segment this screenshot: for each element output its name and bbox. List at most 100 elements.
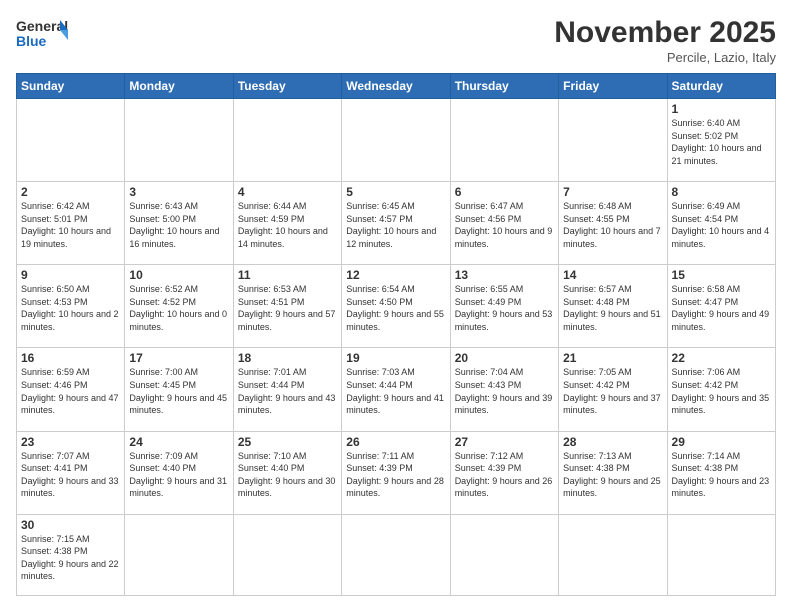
calendar-cell: 10Sunrise: 6:52 AM Sunset: 4:52 PM Dayli…	[125, 265, 233, 348]
calendar-cell: 23Sunrise: 7:07 AM Sunset: 4:41 PM Dayli…	[17, 431, 125, 514]
day-info: Sunrise: 6:40 AM Sunset: 5:02 PM Dayligh…	[672, 117, 771, 167]
page: GeneralBlue November 2025 Percile, Lazio…	[0, 0, 792, 612]
day-number: 6	[455, 185, 554, 199]
day-number: 19	[346, 351, 445, 365]
calendar-cell: 9Sunrise: 6:50 AM Sunset: 4:53 PM Daylig…	[17, 265, 125, 348]
calendar-cell: 20Sunrise: 7:04 AM Sunset: 4:43 PM Dayli…	[450, 348, 558, 431]
calendar-cell	[125, 514, 233, 595]
day-number: 25	[238, 435, 337, 449]
calendar-cell	[559, 514, 667, 595]
day-info: Sunrise: 7:14 AM Sunset: 4:38 PM Dayligh…	[672, 450, 771, 500]
calendar: SundayMondayTuesdayWednesdayThursdayFrid…	[16, 73, 776, 596]
day-number: 10	[129, 268, 228, 282]
calendar-cell: 27Sunrise: 7:12 AM Sunset: 4:39 PM Dayli…	[450, 431, 558, 514]
calendar-cell	[233, 514, 341, 595]
day-number: 13	[455, 268, 554, 282]
logo-svg: GeneralBlue	[16, 16, 68, 52]
day-number: 16	[21, 351, 120, 365]
day-number: 5	[346, 185, 445, 199]
day-info: Sunrise: 7:05 AM Sunset: 4:42 PM Dayligh…	[563, 366, 662, 416]
day-number: 8	[672, 185, 771, 199]
day-number: 14	[563, 268, 662, 282]
calendar-cell: 30Sunrise: 7:15 AM Sunset: 4:38 PM Dayli…	[17, 514, 125, 595]
calendar-cell: 11Sunrise: 6:53 AM Sunset: 4:51 PM Dayli…	[233, 265, 341, 348]
calendar-cell: 18Sunrise: 7:01 AM Sunset: 4:44 PM Dayli…	[233, 348, 341, 431]
day-number: 12	[346, 268, 445, 282]
calendar-cell	[450, 99, 558, 182]
day-number: 7	[563, 185, 662, 199]
day-number: 27	[455, 435, 554, 449]
day-info: Sunrise: 7:00 AM Sunset: 4:45 PM Dayligh…	[129, 366, 228, 416]
day-info: Sunrise: 6:44 AM Sunset: 4:59 PM Dayligh…	[238, 200, 337, 250]
day-info: Sunrise: 6:54 AM Sunset: 4:50 PM Dayligh…	[346, 283, 445, 333]
calendar-cell: 14Sunrise: 6:57 AM Sunset: 4:48 PM Dayli…	[559, 265, 667, 348]
day-info: Sunrise: 6:43 AM Sunset: 5:00 PM Dayligh…	[129, 200, 228, 250]
day-number: 17	[129, 351, 228, 365]
calendar-cell: 21Sunrise: 7:05 AM Sunset: 4:42 PM Dayli…	[559, 348, 667, 431]
day-info: Sunrise: 6:42 AM Sunset: 5:01 PM Dayligh…	[21, 200, 120, 250]
day-number: 18	[238, 351, 337, 365]
calendar-cell: 13Sunrise: 6:55 AM Sunset: 4:49 PM Dayli…	[450, 265, 558, 348]
calendar-cell: 26Sunrise: 7:11 AM Sunset: 4:39 PM Dayli…	[342, 431, 450, 514]
day-number: 1	[672, 102, 771, 116]
calendar-cell: 6Sunrise: 6:47 AM Sunset: 4:56 PM Daylig…	[450, 182, 558, 265]
day-info: Sunrise: 6:59 AM Sunset: 4:46 PM Dayligh…	[21, 366, 120, 416]
weekday-header-wednesday: Wednesday	[342, 74, 450, 99]
weekday-header-friday: Friday	[559, 74, 667, 99]
day-info: Sunrise: 6:50 AM Sunset: 4:53 PM Dayligh…	[21, 283, 120, 333]
day-info: Sunrise: 6:49 AM Sunset: 4:54 PM Dayligh…	[672, 200, 771, 250]
day-info: Sunrise: 7:11 AM Sunset: 4:39 PM Dayligh…	[346, 450, 445, 500]
calendar-cell: 15Sunrise: 6:58 AM Sunset: 4:47 PM Dayli…	[667, 265, 775, 348]
day-number: 4	[238, 185, 337, 199]
calendar-cell: 16Sunrise: 6:59 AM Sunset: 4:46 PM Dayli…	[17, 348, 125, 431]
calendar-cell: 28Sunrise: 7:13 AM Sunset: 4:38 PM Dayli…	[559, 431, 667, 514]
calendar-cell	[342, 514, 450, 595]
calendar-cell: 1Sunrise: 6:40 AM Sunset: 5:02 PM Daylig…	[667, 99, 775, 182]
calendar-cell: 22Sunrise: 7:06 AM Sunset: 4:42 PM Dayli…	[667, 348, 775, 431]
calendar-cell	[450, 514, 558, 595]
calendar-cell	[233, 99, 341, 182]
week-row-3: 9Sunrise: 6:50 AM Sunset: 4:53 PM Daylig…	[17, 265, 776, 348]
day-number: 28	[563, 435, 662, 449]
day-info: Sunrise: 7:01 AM Sunset: 4:44 PM Dayligh…	[238, 366, 337, 416]
day-info: Sunrise: 6:55 AM Sunset: 4:49 PM Dayligh…	[455, 283, 554, 333]
day-info: Sunrise: 7:07 AM Sunset: 4:41 PM Dayligh…	[21, 450, 120, 500]
day-info: Sunrise: 6:58 AM Sunset: 4:47 PM Dayligh…	[672, 283, 771, 333]
day-number: 2	[21, 185, 120, 199]
logo: GeneralBlue	[16, 16, 68, 52]
calendar-cell: 12Sunrise: 6:54 AM Sunset: 4:50 PM Dayli…	[342, 265, 450, 348]
calendar-cell	[667, 514, 775, 595]
day-number: 11	[238, 268, 337, 282]
day-number: 26	[346, 435, 445, 449]
calendar-cell: 25Sunrise: 7:10 AM Sunset: 4:40 PM Dayli…	[233, 431, 341, 514]
month-title: November 2025	[554, 16, 776, 50]
day-info: Sunrise: 7:12 AM Sunset: 4:39 PM Dayligh…	[455, 450, 554, 500]
day-number: 9	[21, 268, 120, 282]
day-number: 15	[672, 268, 771, 282]
day-info: Sunrise: 7:09 AM Sunset: 4:40 PM Dayligh…	[129, 450, 228, 500]
day-info: Sunrise: 7:03 AM Sunset: 4:44 PM Dayligh…	[346, 366, 445, 416]
week-row-5: 23Sunrise: 7:07 AM Sunset: 4:41 PM Dayli…	[17, 431, 776, 514]
day-number: 29	[672, 435, 771, 449]
header: GeneralBlue November 2025 Percile, Lazio…	[16, 16, 776, 65]
week-row-2: 2Sunrise: 6:42 AM Sunset: 5:01 PM Daylig…	[17, 182, 776, 265]
weekday-header-saturday: Saturday	[667, 74, 775, 99]
calendar-cell: 3Sunrise: 6:43 AM Sunset: 5:00 PM Daylig…	[125, 182, 233, 265]
day-number: 30	[21, 518, 120, 532]
day-info: Sunrise: 6:52 AM Sunset: 4:52 PM Dayligh…	[129, 283, 228, 333]
weekday-header-monday: Monday	[125, 74, 233, 99]
calendar-cell	[559, 99, 667, 182]
day-info: Sunrise: 7:06 AM Sunset: 4:42 PM Dayligh…	[672, 366, 771, 416]
day-number: 23	[21, 435, 120, 449]
weekday-header-sunday: Sunday	[17, 74, 125, 99]
calendar-cell: 8Sunrise: 6:49 AM Sunset: 4:54 PM Daylig…	[667, 182, 775, 265]
day-number: 20	[455, 351, 554, 365]
day-number: 22	[672, 351, 771, 365]
location: Percile, Lazio, Italy	[554, 50, 776, 65]
day-number: 24	[129, 435, 228, 449]
week-row-6: 30Sunrise: 7:15 AM Sunset: 4:38 PM Dayli…	[17, 514, 776, 595]
title-block: November 2025 Percile, Lazio, Italy	[554, 16, 776, 65]
day-info: Sunrise: 7:04 AM Sunset: 4:43 PM Dayligh…	[455, 366, 554, 416]
svg-text:Blue: Blue	[16, 33, 47, 49]
week-row-1: 1Sunrise: 6:40 AM Sunset: 5:02 PM Daylig…	[17, 99, 776, 182]
